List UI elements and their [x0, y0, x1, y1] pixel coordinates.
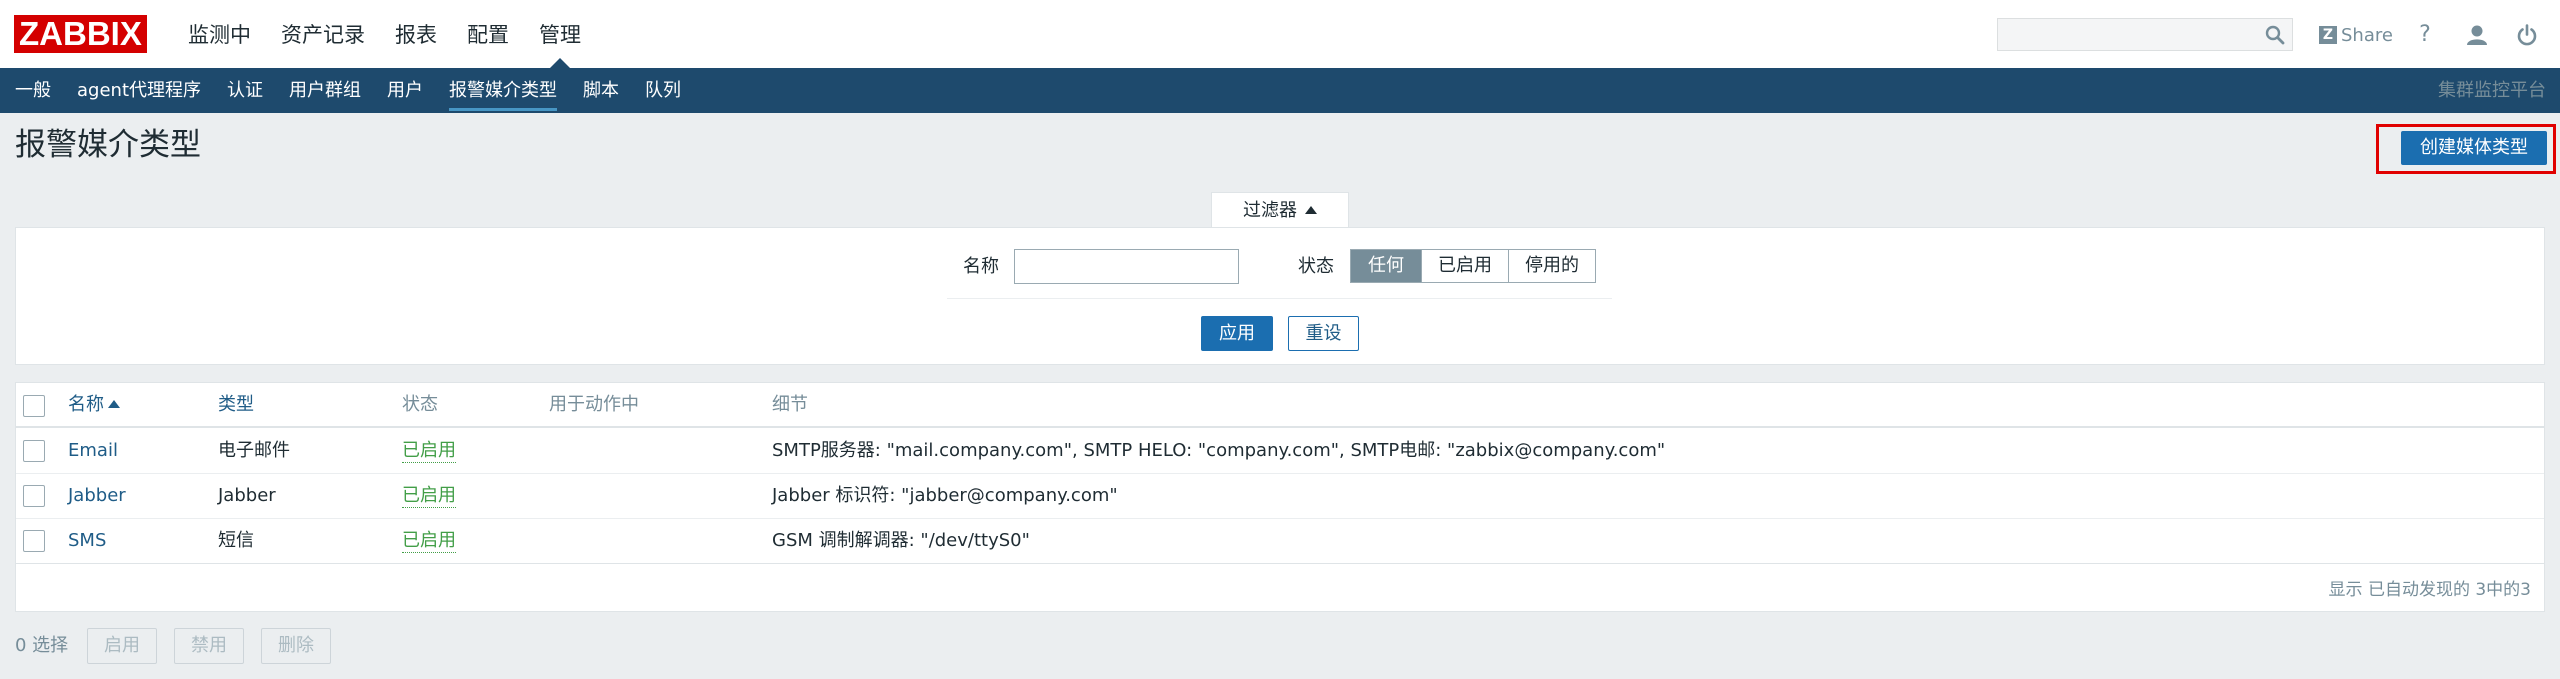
- status-toggle[interactable]: 已启用: [402, 485, 456, 508]
- status-enabled-option[interactable]: 已启用: [1421, 250, 1508, 282]
- sub-nav-media-types[interactable]: 报警媒介类型: [436, 68, 570, 113]
- sub-nav: 一般 agent代理程序 认证 用户群组 用户 报警媒介类型 脚本 队列: [0, 68, 694, 113]
- page-title: 报警媒介类型: [15, 127, 201, 163]
- status-filter: 任何 已启用 停用的: [1350, 249, 1596, 283]
- search-input[interactable]: [2002, 22, 2256, 49]
- collapse-arrow-icon: [1305, 206, 1317, 214]
- status-any-option[interactable]: 任何: [1351, 250, 1421, 282]
- main-nav-monitoring[interactable]: 监测中: [173, 0, 266, 68]
- media-type-name-link[interactable]: Jabber: [68, 473, 126, 518]
- mass-delete-button[interactable]: 删除: [261, 628, 331, 664]
- column-used-in-actions-header: 用于动作中: [549, 394, 639, 415]
- column-type-header[interactable]: 类型: [218, 383, 254, 426]
- sub-nav-proxies[interactable]: agent代理程序: [64, 68, 214, 113]
- media-type-details: GSM 调制解调器: "/dev/ttyS0": [772, 530, 1030, 551]
- media-type-name-link[interactable]: SMS: [68, 518, 106, 563]
- filter-name-label: 名称: [963, 256, 999, 277]
- table-row: Email 电子邮件 已启用 SMTP服务器: "mail.company.co…: [16, 428, 2544, 474]
- main-nav: 监测中 资产记录 报表 配置 管理: [173, 0, 596, 68]
- main-nav-reports[interactable]: 报表: [380, 0, 452, 68]
- filter-tab[interactable]: 过滤器: [1211, 192, 1349, 227]
- sub-nav-user-groups[interactable]: 用户群组: [276, 68, 374, 113]
- main-nav-configuration[interactable]: 配置: [452, 0, 524, 68]
- user-profile-icon[interactable]: [2464, 22, 2490, 48]
- sub-nav-authentication[interactable]: 认证: [214, 68, 276, 113]
- column-name-label: 名称: [68, 394, 104, 415]
- sub-nav-general[interactable]: 一般: [0, 68, 64, 113]
- share-link[interactable]: Z Share: [2319, 23, 2393, 47]
- row-checkbox[interactable]: [23, 530, 45, 552]
- sub-nav-users[interactable]: 用户: [374, 68, 436, 113]
- media-type-type: 电子邮件: [218, 440, 290, 461]
- media-type-type: Jabber: [218, 485, 276, 506]
- table-row: SMS 短信 已启用 GSM 调制解调器: "/dev/ttyS0": [16, 518, 2544, 564]
- column-details-header: 细节: [772, 394, 808, 415]
- status-toggle[interactable]: 已启用: [402, 530, 456, 553]
- row-checkbox[interactable]: [23, 440, 45, 462]
- sub-nav-scripts[interactable]: 脚本: [570, 68, 632, 113]
- platform-label: 集群监控平台: [2438, 80, 2546, 101]
- column-name-header[interactable]: 名称: [68, 383, 120, 426]
- help-icon[interactable]: ?: [2414, 22, 2436, 48]
- media-type-type: 短信: [218, 530, 254, 551]
- top-header: ZABBIX 监测中 资产记录 报表 配置 管理 Z Share ?: [0, 0, 2560, 68]
- status-toggle[interactable]: 已启用: [402, 440, 456, 463]
- mass-disable-button[interactable]: 禁用: [174, 628, 244, 664]
- table-header: 名称 类型 状态 用于动作中 细节: [16, 383, 2544, 428]
- row-checkbox[interactable]: [23, 485, 45, 507]
- sort-asc-icon: [108, 400, 120, 408]
- main-nav-administration[interactable]: 管理: [524, 0, 596, 68]
- search-icon[interactable]: [2264, 24, 2286, 46]
- apply-button[interactable]: 应用: [1201, 316, 1273, 351]
- share-label: Share: [2341, 24, 2393, 46]
- filter-tab-label: 过滤器: [1243, 200, 1297, 221]
- media-type-name-link[interactable]: Email: [68, 428, 118, 473]
- zabbix-share-icon: Z: [2319, 26, 2337, 44]
- filter-divider: [947, 298, 1612, 299]
- reset-button[interactable]: 重设: [1288, 316, 1359, 351]
- mass-enable-button[interactable]: 启用: [87, 628, 157, 664]
- filter-panel: [15, 227, 2545, 365]
- media-type-details: Jabber 标识符: "jabber@company.com": [772, 485, 1118, 506]
- select-all-checkbox[interactable]: [23, 395, 45, 417]
- status-disabled-option[interactable]: 停用的: [1508, 250, 1595, 282]
- zabbix-logo[interactable]: ZABBIX: [14, 15, 147, 53]
- filter-status-label: 状态: [1298, 256, 1334, 277]
- column-status-header: 状态: [402, 394, 438, 415]
- table-stats: 显示 已自动发现的 3中的3: [2328, 580, 2531, 600]
- sub-nav-bar: 一般 agent代理程序 认证 用户群组 用户 报警媒介类型 脚本 队列 集群监…: [0, 68, 2560, 113]
- table-row: Jabber Jabber 已启用 Jabber 标识符: "jabber@co…: [16, 473, 2544, 519]
- main-nav-inventory[interactable]: 资产记录: [266, 0, 380, 68]
- media-type-details: SMTP服务器: "mail.company.com", SMTP HELO: …: [772, 440, 1666, 461]
- selected-count: 0 选择: [15, 635, 69, 656]
- create-media-type-button[interactable]: 创建媒体类型: [2401, 131, 2547, 165]
- search-box: [1997, 18, 2293, 51]
- filter-name-input[interactable]: [1014, 249, 1239, 284]
- sign-out-icon[interactable]: [2514, 22, 2540, 48]
- media-types-table: 名称 类型 状态 用于动作中 细节 Email 电子邮件 已启用 SMTP服务器…: [15, 382, 2545, 612]
- sub-nav-queue[interactable]: 队列: [632, 68, 694, 113]
